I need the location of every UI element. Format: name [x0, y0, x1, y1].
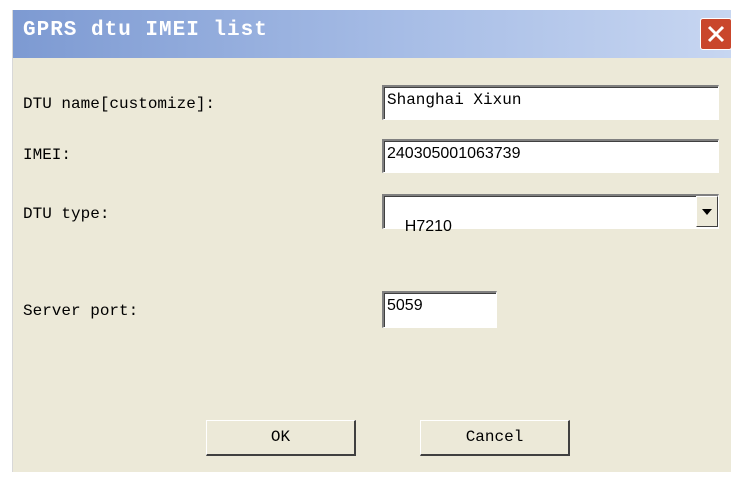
close-button[interactable]: [700, 18, 731, 50]
dtu-type-selected-value: H7210: [404, 218, 452, 235]
dtu-type-select[interactable]: H7210: [382, 194, 719, 235]
ok-button[interactable]: OK: [206, 420, 356, 456]
close-icon: [707, 25, 725, 43]
server-port-field[interactable]: 5059: [382, 291, 497, 328]
cancel-button[interactable]: Cancel: [420, 420, 570, 456]
dialog-window: GPRS dtu IMEI list DTU name[customize]: …: [12, 10, 731, 472]
dropdown-button[interactable]: [696, 196, 718, 227]
title-bar[interactable]: GPRS dtu IMEI list: [13, 10, 731, 58]
imei-field[interactable]: 240305001063739: [382, 139, 719, 173]
server-port-label: Server port:: [23, 302, 139, 320]
imei-label: IMEI:: [23, 146, 72, 164]
dtu-name-field[interactable]: Shanghai Xixun: [382, 85, 719, 120]
window-title: GPRS dtu IMEI list: [23, 19, 268, 42]
chevron-down-icon: [702, 209, 712, 215]
dtu-type-label: DTU type:: [23, 205, 110, 223]
dtu-name-label: DTU name[customize]:: [23, 95, 216, 113]
